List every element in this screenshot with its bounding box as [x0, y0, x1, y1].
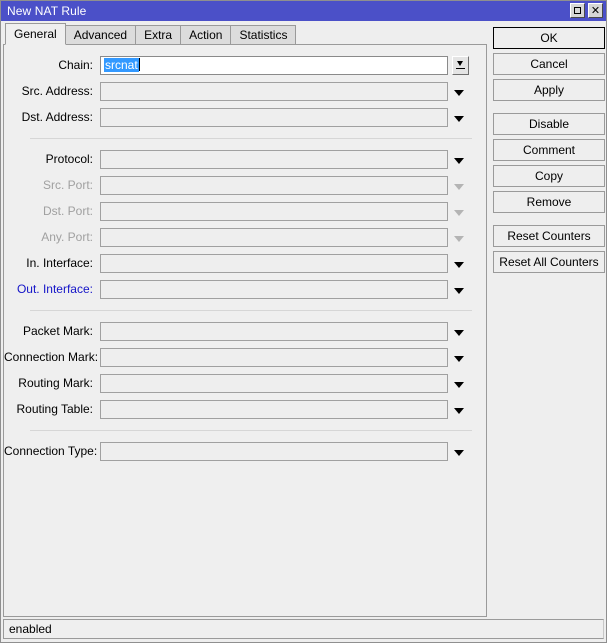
tab-extra-label: Extra — [144, 28, 173, 42]
title-bar[interactable]: New NAT Rule ✕ — [1, 1, 606, 21]
connection-type-input[interactable] — [100, 441, 448, 461]
src-address-label: Src. Address: — [21, 84, 93, 98]
tab-action[interactable]: Action — [180, 25, 232, 45]
ok-button[interactable]: OK — [493, 27, 605, 49]
src-address-input[interactable] — [100, 81, 448, 101]
reset-all-counters-button[interactable]: Reset All Counters — [493, 251, 605, 273]
routing-mark-chevron-down-icon[interactable] — [448, 374, 470, 393]
field-row-dst-port: Dst. Port: — [4, 198, 486, 224]
action-buttons: OK Cancel Apply Disable Comment Copy Rem… — [493, 27, 605, 277]
out-interface-input[interactable] — [100, 279, 448, 299]
connection-type-label: Connection Type: — [4, 444, 98, 458]
tab-statistics[interactable]: Statistics — [230, 25, 297, 45]
nat-rule-form: Chain: srcnat Src. Address: Dst. Address… — [4, 45, 486, 464]
field-row-packet-mark: Packet Mark: — [4, 318, 486, 344]
dst-address-label: Dst. Address: — [21, 110, 93, 124]
window-title: New NAT Rule — [7, 4, 87, 18]
chain-input-value: srcnat — [104, 57, 139, 72]
dst-port-input — [100, 201, 448, 221]
src-port-input — [100, 175, 448, 195]
connection-mark-input[interactable] — [100, 347, 448, 367]
text-caret — [138, 57, 140, 71]
field-row-routing-mark: Routing Mark: — [4, 370, 486, 396]
protocol-label: Protocol: — [45, 152, 93, 166]
chain-label: Chain: — [58, 58, 93, 72]
packet-mark-chevron-down-icon[interactable] — [448, 322, 470, 341]
button-gap-2 — [493, 217, 605, 225]
copy-button[interactable]: Copy — [493, 165, 605, 187]
field-row-in-interface: In. Interface: — [4, 250, 486, 276]
in-interface-chevron-down-icon[interactable] — [448, 254, 470, 273]
separator-2 — [30, 310, 472, 311]
field-row-dst-address: Dst. Address: — [4, 104, 486, 130]
packet-mark-input[interactable] — [100, 321, 448, 341]
src-address-chevron-down-icon[interactable] — [448, 82, 470, 101]
separator-3 — [30, 430, 472, 431]
tab-statistics-label: Statistics — [239, 28, 288, 42]
field-row-any-port: Any. Port: — [4, 224, 486, 250]
field-row-src-port: Src. Port: — [4, 172, 486, 198]
nat-rule-dialog: New NAT Rule ✕ General Advanced Extra Ac… — [0, 0, 607, 643]
any-port-label: Any. Port: — [41, 230, 93, 244]
in-interface-input[interactable] — [100, 253, 448, 273]
packet-mark-label: Packet Mark: — [22, 324, 93, 338]
comment-button[interactable]: Comment — [493, 139, 605, 161]
src-port-label: Src. Port: — [42, 178, 93, 192]
close-icon[interactable]: ✕ — [588, 3, 603, 18]
dst-address-chevron-down-icon[interactable] — [448, 108, 470, 127]
chain-input[interactable]: srcnat — [100, 55, 448, 75]
field-row-routing-table: Routing Table: — [4, 396, 486, 422]
protocol-chevron-down-icon[interactable] — [448, 150, 470, 169]
tab-general-label: General — [14, 27, 57, 41]
field-row-chain: Chain: srcnat — [4, 52, 486, 78]
protocol-input[interactable] — [100, 149, 448, 169]
chain-dropdown-icon[interactable] — [452, 55, 469, 75]
tab-advanced[interactable]: Advanced — [64, 25, 137, 45]
title-bar-buttons: ✕ — [570, 3, 603, 18]
tab-strip: General Advanced Extra Action Statistics — [1, 23, 487, 45]
connection-type-chevron-down-icon[interactable] — [448, 442, 470, 461]
tab-action-label: Action — [189, 28, 223, 42]
tab-extra[interactable]: Extra — [135, 25, 182, 45]
field-row-out-interface: Out. Interface: — [4, 276, 486, 302]
src-port-chevron-down-icon — [448, 176, 470, 195]
remove-button[interactable]: Remove — [493, 191, 605, 213]
connection-mark-label: Connection Mark: — [4, 350, 99, 364]
dst-port-label: Dst. Port: — [42, 204, 93, 218]
field-row-protocol: Protocol: — [4, 146, 486, 172]
routing-table-input[interactable] — [100, 399, 448, 419]
any-port-input — [100, 227, 448, 247]
connection-mark-chevron-down-icon[interactable] — [448, 348, 470, 367]
routing-mark-input[interactable] — [100, 373, 448, 393]
reset-counters-button[interactable]: Reset Counters — [493, 225, 605, 247]
button-gap-1 — [493, 105, 605, 113]
tab-advanced-label: Advanced — [73, 28, 128, 42]
dst-address-input[interactable] — [100, 107, 448, 127]
cancel-button[interactable]: Cancel — [493, 53, 605, 75]
status-text: enabled — [9, 622, 52, 636]
separator-1 — [30, 138, 472, 139]
routing-mark-label: Routing Mark: — [18, 376, 93, 390]
general-tab-panel: Chain: srcnat Src. Address: Dst. Address… — [3, 44, 487, 617]
out-interface-label: Out. Interface: — [16, 282, 93, 296]
apply-button[interactable]: Apply — [493, 79, 605, 101]
dst-port-chevron-down-icon — [448, 202, 470, 221]
field-row-connection-type: Connection Type: — [4, 438, 486, 464]
routing-table-label: Routing Table: — [16, 402, 94, 416]
routing-table-chevron-down-icon[interactable] — [448, 400, 470, 419]
in-interface-label: In. Interface: — [26, 256, 93, 270]
field-row-src-address: Src. Address: — [4, 78, 486, 104]
tab-general[interactable]: General — [5, 23, 66, 45]
any-port-chevron-down-icon — [448, 228, 470, 247]
field-row-connection-mark: Connection Mark: — [4, 344, 486, 370]
disable-button[interactable]: Disable — [493, 113, 605, 135]
status-bar: enabled — [3, 619, 604, 639]
out-interface-chevron-down-icon[interactable] — [448, 280, 470, 299]
maximize-icon[interactable] — [570, 3, 585, 18]
